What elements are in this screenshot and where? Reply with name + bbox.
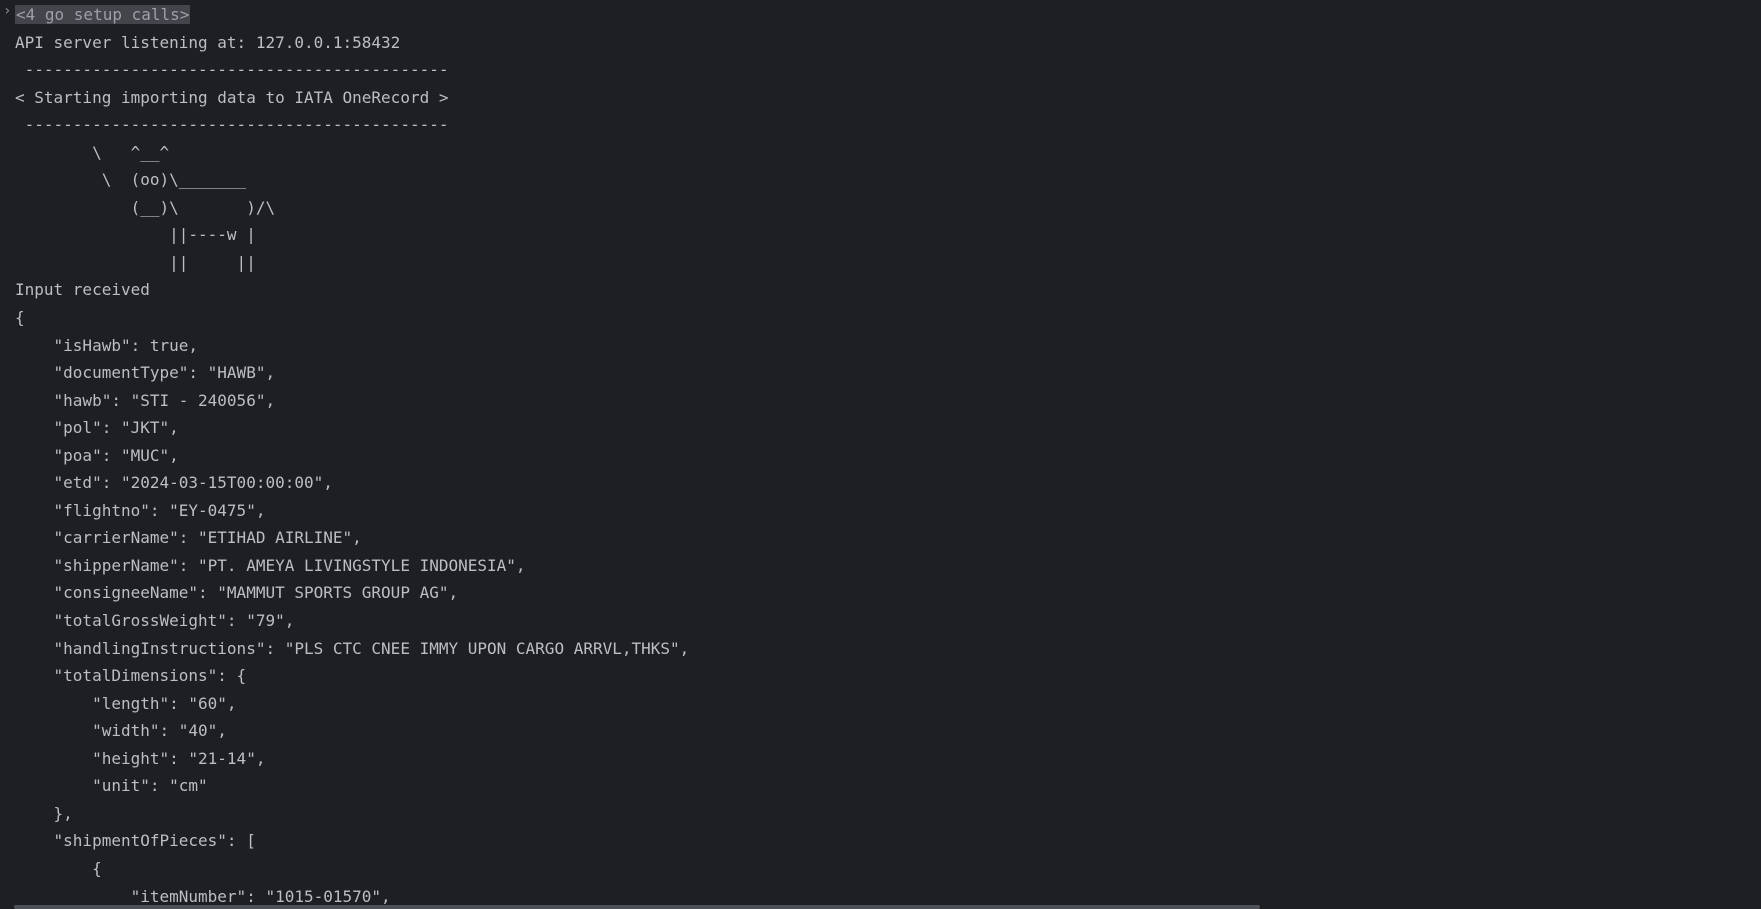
console-line: "carrierName": "ETIHAD AIRLINE", xyxy=(15,528,362,548)
console-line: "handlingInstructions": "PLS CTC CNEE IM… xyxy=(15,638,690,658)
folded-region-line: <4 go setup calls> xyxy=(15,1,689,29)
chevron-right-icon[interactable]: › xyxy=(3,3,11,19)
console-line: "length": "60", xyxy=(15,693,237,713)
console-line: "hawb": "STI - 240056", xyxy=(15,390,276,410)
console-line: { xyxy=(15,308,25,328)
console-line: Input received xyxy=(15,280,150,300)
console-line: ----------------------------------------… xyxy=(15,60,449,80)
console-line: "totalGrossWeight": "79", xyxy=(15,611,295,631)
console-line: API server listening at: 127.0.0.1:58432 xyxy=(15,32,401,52)
console-line: (__)\ )/\ xyxy=(15,197,276,217)
console-line: "pol": "JKT", xyxy=(15,418,179,438)
console-line: < Starting importing data to IATA OneRec… xyxy=(15,87,449,107)
console-line: "documentType": "HAWB", xyxy=(15,363,276,383)
console-line: \ (oo)\_______ xyxy=(15,170,247,190)
console-lines: <4 go setup calls> API server listening … xyxy=(15,1,689,909)
console-line: "flightno": "EY-0475", xyxy=(15,500,266,520)
console-line: || || xyxy=(15,252,256,272)
folded-region-label[interactable]: <4 go setup calls> xyxy=(15,5,191,24)
console-line: "isHawb": true, xyxy=(15,335,199,355)
console-line: "etd": "2024-03-15T00:00:00", xyxy=(15,473,333,493)
console-line: "consigneeName": "MAMMUT SPORTS GROUP AG… xyxy=(15,583,459,603)
console-line: "shipmentOfPieces": [ xyxy=(15,831,256,851)
horizontal-scrollbar[interactable] xyxy=(14,905,1260,909)
console-line: "height": "21-14", xyxy=(15,748,266,768)
console-line: ----------------------------------------… xyxy=(15,115,449,135)
console-line: "width": "40", xyxy=(15,721,227,741)
console-line: "shipperName": "PT. AMEYA LIVINGSTYLE IN… xyxy=(15,555,526,575)
console-line: { xyxy=(15,858,102,878)
console-line: "poa": "MUC", xyxy=(15,445,179,465)
console-line: ||----w | xyxy=(15,225,256,245)
console-line: \ ^__^ xyxy=(15,142,170,162)
console-line: "unit": "cm" xyxy=(15,776,208,796)
console-line: }, xyxy=(15,803,73,823)
console-output[interactable]: › <4 go setup calls> API server listenin… xyxy=(0,0,1761,909)
console-line: "totalDimensions": { xyxy=(15,666,247,686)
